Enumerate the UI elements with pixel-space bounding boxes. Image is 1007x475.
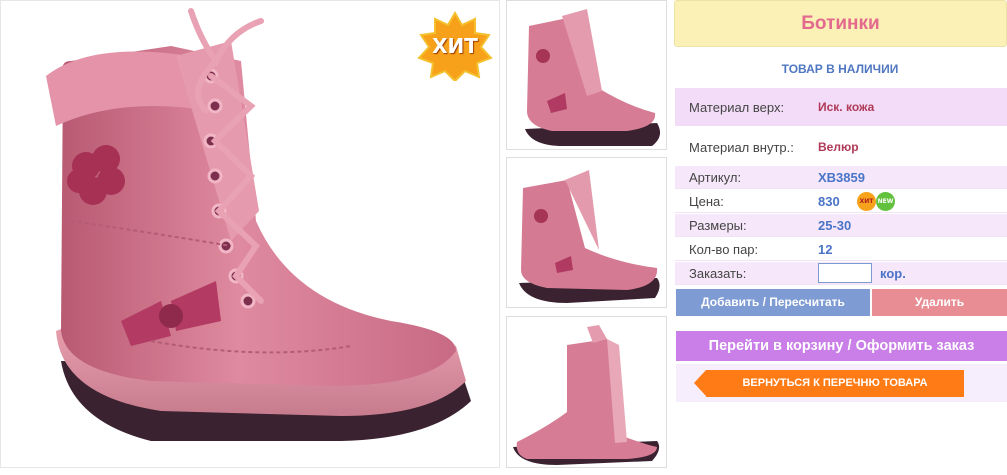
pairs-value: 12 — [818, 242, 833, 257]
pairs-label: Кол-во пар: — [689, 242, 759, 257]
sizes-value: 25-30 — [818, 218, 852, 233]
sizes-label: Размеры: — [689, 218, 747, 233]
product-title-box: Ботинки — [674, 0, 1007, 47]
hit-badge-label: ХИТ — [432, 34, 478, 58]
delete-button[interactable]: Удалить — [872, 289, 1007, 316]
go-to-cart-button[interactable]: Перейти в корзину / Оформить заказ — [676, 331, 1007, 361]
thumbnail-boot-image — [513, 325, 660, 465]
price-label: Цена: — [689, 194, 724, 209]
pairs-row: Кол-во пар: 12 — [675, 238, 1007, 261]
thumbnail-1[interactable] — [506, 0, 667, 150]
thumbnail-2[interactable] — [506, 157, 667, 308]
main-product-image[interactable]: ХИТ — [0, 0, 500, 468]
material-top-label: Материал верх: — [689, 100, 785, 115]
new-icon: NEW — [876, 192, 895, 211]
product-page: ХИТ Ботинки ТОВАР В НАЛИЧИИ Материал вер… — [0, 0, 1007, 475]
material-top-row: Материал верх: Иск. кожа — [675, 88, 1007, 126]
back-arrow-icon — [694, 370, 706, 396]
article-value: XB3859 — [818, 170, 865, 185]
order-unit: кор. — [880, 266, 906, 281]
material-inner-row: Материал внутр.: Велюр — [675, 128, 1007, 166]
back-link-container: ВЕРНУТЬСЯ К ПЕРЕЧНЮ ТОВАРА — [676, 364, 1007, 402]
price-row: Цена: 830 ХИТ NEW — [675, 190, 1007, 213]
order-quantity-input[interactable] — [818, 263, 872, 283]
back-to-list-button[interactable]: ВЕРНУТЬСЯ К ПЕРЕЧНЮ ТОВАРА — [706, 370, 964, 397]
thumbnail-boot-image — [525, 9, 661, 147]
order-label: Заказать: — [689, 266, 747, 281]
material-inner-label: Материал внутр.: — [689, 140, 794, 155]
thumbnail-boot-image — [519, 170, 660, 303]
hit-icon: ХИТ — [857, 192, 876, 211]
product-info-panel: Ботинки ТОВАР В НАЛИЧИИ Материал верх: И… — [673, 0, 1007, 475]
product-title: Ботинки — [801, 13, 880, 34]
material-top-value: Иск. кожа — [818, 100, 875, 114]
sizes-row: Размеры: 25-30 — [675, 214, 1007, 237]
hit-badge: ХИТ — [417, 11, 493, 81]
add-recalculate-button[interactable]: Добавить / Пересчитать — [676, 289, 870, 316]
price-value: 830 — [818, 194, 840, 209]
thumbnail-3[interactable] — [506, 316, 667, 468]
stock-status: ТОВАР В НАЛИЧИИ — [781, 62, 899, 76]
article-label: Артикул: — [689, 170, 742, 185]
order-row: Заказать: кор. — [675, 262, 1007, 285]
material-inner-value: Велюр — [818, 140, 859, 154]
article-row: Артикул: XB3859 — [675, 166, 1007, 189]
